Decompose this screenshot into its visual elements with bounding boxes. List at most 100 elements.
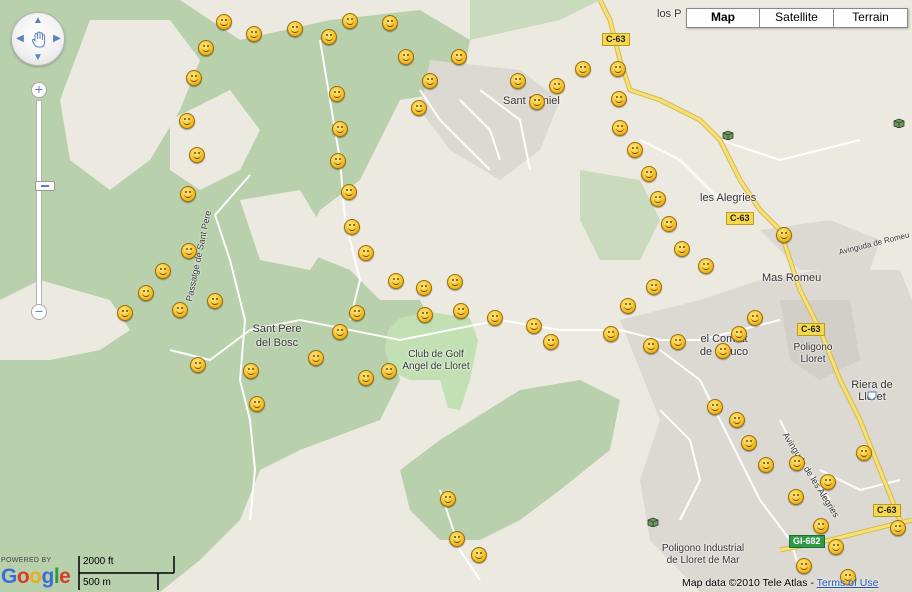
smiley-marker-icon[interactable] (388, 273, 404, 289)
poi-icon[interactable] (866, 391, 878, 401)
pan-up-icon[interactable]: ▲ (33, 16, 43, 26)
smiley-marker-icon[interactable] (249, 396, 265, 412)
smiley-marker-icon[interactable] (789, 455, 805, 471)
zoom-slider-handle[interactable] (35, 181, 55, 191)
zoom-slider-track[interactable] (35, 100, 55, 308)
smiley-marker-icon[interactable] (670, 334, 686, 350)
smiley-marker-icon[interactable] (612, 120, 628, 136)
smiley-marker-icon[interactable] (358, 245, 374, 261)
zoom-out-button[interactable]: − (31, 304, 47, 320)
smiley-marker-icon[interactable] (776, 227, 792, 243)
smiley-marker-icon[interactable] (611, 91, 627, 107)
smiley-marker-icon[interactable] (190, 357, 206, 373)
pan-down-icon[interactable]: ▼ (33, 53, 43, 63)
smiley-marker-icon[interactable] (526, 318, 542, 334)
smiley-marker-icon[interactable] (246, 26, 262, 42)
building-icon[interactable] (647, 517, 659, 527)
smiley-marker-icon[interactable] (856, 445, 872, 461)
smiley-marker-icon[interactable] (575, 61, 591, 77)
hand-icon[interactable] (31, 31, 47, 49)
smiley-marker-icon[interactable] (329, 86, 345, 102)
map-type-map-button[interactable]: Map (687, 9, 759, 27)
smiley-marker-icon[interactable] (698, 258, 714, 274)
smiley-marker-icon[interactable] (487, 310, 503, 326)
smiley-marker-icon[interactable] (453, 303, 469, 319)
smiley-marker-icon[interactable] (117, 305, 133, 321)
smiley-marker-icon[interactable] (341, 184, 357, 200)
smiley-marker-icon[interactable] (549, 78, 565, 94)
smiley-marker-icon[interactable] (510, 73, 526, 89)
smiley-marker-icon[interactable] (828, 539, 844, 555)
smiley-marker-icon[interactable] (729, 412, 745, 428)
pan-control[interactable]: ▲ ▼ ◀ ▶ (11, 12, 65, 66)
smiley-marker-icon[interactable] (349, 305, 365, 321)
smiley-marker-icon[interactable] (287, 21, 303, 37)
smiley-marker-icon[interactable] (416, 280, 432, 296)
smiley-marker-icon[interactable] (471, 547, 487, 563)
smiley-marker-icon[interactable] (398, 49, 414, 65)
smiley-marker-icon[interactable] (189, 147, 205, 163)
smiley-marker-icon[interactable] (707, 399, 723, 415)
smiley-marker-icon[interactable] (155, 263, 171, 279)
building-icon[interactable] (893, 118, 905, 128)
google-logo[interactable]: POWERED BY Google (1, 557, 71, 589)
smiley-marker-icon[interactable] (342, 13, 358, 29)
smiley-marker-icon[interactable] (344, 219, 360, 235)
smiley-marker-icon[interactable] (216, 14, 232, 30)
smiley-marker-icon[interactable] (447, 274, 463, 290)
smiley-marker-icon[interactable] (758, 457, 774, 473)
smiley-marker-icon[interactable] (890, 520, 906, 536)
smiley-marker-icon[interactable] (198, 40, 214, 56)
smiley-marker-icon[interactable] (207, 293, 223, 309)
building-icon[interactable] (722, 130, 734, 140)
smiley-marker-icon[interactable] (627, 142, 643, 158)
smiley-marker-icon[interactable] (543, 334, 559, 350)
smiley-marker-icon[interactable] (172, 302, 188, 318)
smiley-marker-icon[interactable] (181, 243, 197, 259)
smiley-marker-icon[interactable] (138, 285, 154, 301)
terms-of-use-link[interactable]: Terms of Use (817, 577, 879, 589)
smiley-marker-icon[interactable] (747, 310, 763, 326)
zoom-in-button[interactable]: + (31, 82, 47, 98)
pan-left-icon[interactable]: ◀ (15, 34, 25, 44)
smiley-marker-icon[interactable] (451, 49, 467, 65)
smiley-marker-icon[interactable] (332, 324, 348, 340)
smiley-marker-icon[interactable] (417, 307, 433, 323)
smiley-marker-icon[interactable] (411, 100, 427, 116)
smiley-marker-icon[interactable] (186, 70, 202, 86)
smiley-marker-icon[interactable] (529, 94, 545, 110)
smiley-marker-icon[interactable] (731, 326, 747, 342)
smiley-marker-icon[interactable] (449, 531, 465, 547)
smiley-marker-icon[interactable] (788, 489, 804, 505)
smiley-marker-icon[interactable] (603, 326, 619, 342)
smiley-marker-icon[interactable] (382, 15, 398, 31)
smiley-marker-icon[interactable] (330, 153, 346, 169)
smiley-marker-icon[interactable] (422, 73, 438, 89)
smiley-marker-icon[interactable] (381, 363, 397, 379)
smiley-marker-icon[interactable] (321, 29, 337, 45)
smiley-marker-icon[interactable] (610, 61, 626, 77)
map-type-terrain-button[interactable]: Terrain (833, 9, 907, 27)
smiley-marker-icon[interactable] (180, 186, 196, 202)
smiley-marker-icon[interactable] (358, 370, 374, 386)
smiley-marker-icon[interactable] (641, 166, 657, 182)
smiley-marker-icon[interactable] (646, 279, 662, 295)
smiley-marker-icon[interactable] (796, 558, 812, 574)
smiley-marker-icon[interactable] (715, 343, 731, 359)
smiley-marker-icon[interactable] (674, 241, 690, 257)
smiley-marker-icon[interactable] (179, 113, 195, 129)
smiley-marker-icon[interactable] (650, 191, 666, 207)
smiley-marker-icon[interactable] (440, 491, 456, 507)
map-canvas[interactable]: los P Sant Daniel les Alegries Mas Romeu… (0, 0, 912, 592)
pan-right-icon[interactable]: ▶ (52, 34, 62, 44)
smiley-marker-icon[interactable] (308, 350, 324, 366)
smiley-marker-icon[interactable] (620, 298, 636, 314)
smiley-marker-icon[interactable] (243, 363, 259, 379)
smiley-marker-icon[interactable] (332, 121, 348, 137)
smiley-marker-icon[interactable] (813, 518, 829, 534)
smiley-marker-icon[interactable] (820, 474, 836, 490)
smiley-marker-icon[interactable] (741, 435, 757, 451)
map-type-satellite-button[interactable]: Satellite (759, 9, 833, 27)
smiley-marker-icon[interactable] (661, 216, 677, 232)
smiley-marker-icon[interactable] (643, 338, 659, 354)
